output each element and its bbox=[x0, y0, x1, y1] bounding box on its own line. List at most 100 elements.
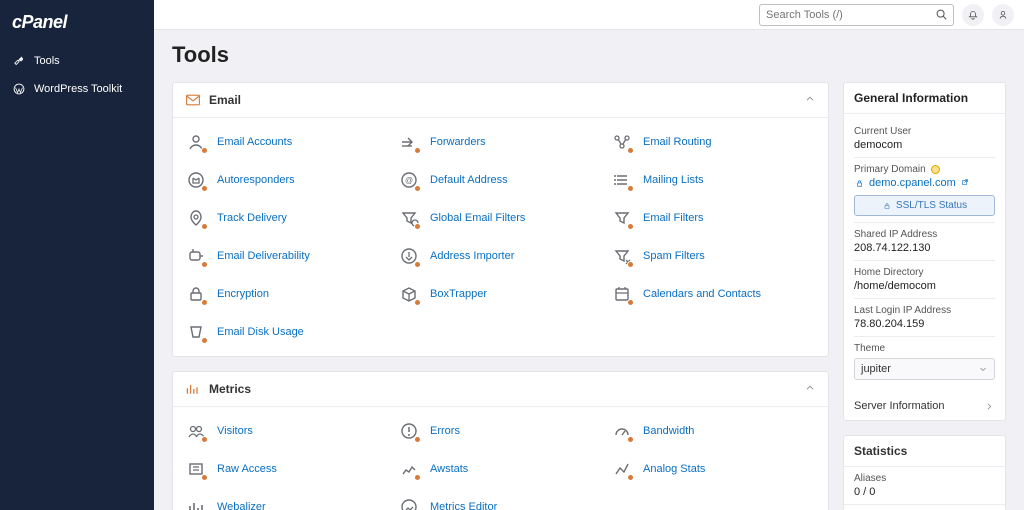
tool-label: Email Deliverability bbox=[217, 250, 310, 262]
group-title: Email bbox=[209, 93, 241, 107]
lock-icon bbox=[185, 283, 207, 305]
tool-bandwidth[interactable]: Bandwidth bbox=[611, 415, 816, 447]
shared-ip-value: 208.74.122.130 bbox=[854, 242, 995, 254]
spam-icon bbox=[611, 245, 633, 267]
chevron-up-icon[interactable] bbox=[804, 93, 816, 105]
theme-select[interactable]: jupiter bbox=[854, 358, 995, 380]
chevron-down-icon bbox=[978, 364, 988, 374]
primary-domain-value: demo.cpanel.com bbox=[869, 177, 956, 189]
tool-label: Mailing Lists bbox=[643, 174, 704, 186]
topbar bbox=[154, 0, 1024, 30]
person-icon bbox=[997, 9, 1009, 21]
tool-default-address[interactable]: Default Address bbox=[398, 164, 603, 196]
tool-label: Calendars and Contacts bbox=[643, 288, 761, 300]
tool-label: Autoresponders bbox=[217, 174, 295, 186]
tool-label: Default Address bbox=[430, 174, 508, 186]
tool-autoresponders[interactable]: Autoresponders bbox=[185, 164, 390, 196]
user-icon bbox=[185, 131, 207, 153]
tool-group-metrics: Metrics Visitors Errors Bandwidth Raw Access… bbox=[172, 371, 829, 510]
home-dir-label: Home Directory bbox=[854, 267, 995, 278]
tool-email-disk-usage[interactable]: Email Disk Usage bbox=[185, 316, 390, 348]
tool-label: Spam Filters bbox=[643, 250, 705, 262]
tool-label: Errors bbox=[430, 425, 460, 437]
account-button[interactable] bbox=[992, 4, 1014, 26]
nav-wordpress-label: WordPress Toolkit bbox=[34, 83, 122, 95]
raw-icon bbox=[185, 458, 207, 480]
tool-global-email-filters[interactable]: Global Email Filters bbox=[398, 202, 603, 234]
tool-calendars-and-contacts[interactable]: Calendars and Contacts bbox=[611, 278, 816, 310]
tool-address-importer[interactable]: Address Importer bbox=[398, 240, 603, 272]
tool-forwarders[interactable]: Forwarders bbox=[398, 126, 603, 158]
group-header[interactable]: Metrics bbox=[173, 372, 828, 407]
current-user-label: Current User bbox=[854, 126, 995, 137]
tool-email-deliverability[interactable]: Email Deliverability bbox=[185, 240, 390, 272]
primary-domain-link[interactable]: demo.cpanel.com bbox=[854, 177, 995, 189]
forward-icon bbox=[398, 131, 420, 153]
ssl-button-label: SSL/TLS Status bbox=[896, 200, 967, 211]
analog-icon bbox=[611, 458, 633, 480]
chevron-up-icon[interactable] bbox=[804, 382, 816, 394]
gfilter-icon bbox=[398, 207, 420, 229]
warning-badge-icon bbox=[931, 165, 940, 174]
stat-value: 0 / 0 bbox=[854, 486, 995, 498]
server-information-link[interactable]: Server Information bbox=[844, 392, 1005, 420]
brand-text: cPanel bbox=[12, 12, 67, 32]
theme-value: jupiter bbox=[861, 363, 891, 375]
brand-logo: cPanel bbox=[0, 10, 154, 47]
tool-label: Visitors bbox=[217, 425, 253, 437]
tool-label: Forwarders bbox=[430, 136, 486, 148]
current-user-value: democom bbox=[854, 139, 995, 151]
tool-email-accounts[interactable]: Email Accounts bbox=[185, 126, 390, 158]
tool-errors[interactable]: Errors bbox=[398, 415, 603, 447]
wordpress-icon bbox=[12, 82, 26, 96]
tool-encryption[interactable]: Encryption bbox=[185, 278, 390, 310]
group-title: Metrics bbox=[209, 382, 251, 396]
tool-group-email: Email Email Accounts Forwarders Email Routi… bbox=[172, 82, 829, 357]
tool-raw-access[interactable]: Raw Access bbox=[185, 453, 390, 485]
notifications-button[interactable] bbox=[962, 4, 984, 26]
tool-label: Encryption bbox=[217, 288, 269, 300]
stat-addon-domains: Addon Domains0 / 0 bbox=[844, 505, 1005, 510]
home-dir-value: /home/democom bbox=[854, 280, 995, 292]
tool-label: Global Email Filters bbox=[430, 212, 525, 224]
tool-visitors[interactable]: Visitors bbox=[185, 415, 390, 447]
nav-tools[interactable]: Tools bbox=[0, 47, 154, 75]
tool-track-delivery[interactable]: Track Delivery bbox=[185, 202, 390, 234]
tool-metrics-editor[interactable]: Metrics Editor bbox=[398, 491, 603, 510]
tool-label: Track Delivery bbox=[217, 212, 287, 224]
server-info-label: Server Information bbox=[854, 400, 944, 412]
tool-email-routing[interactable]: Email Routing bbox=[611, 126, 816, 158]
autoresp-icon bbox=[185, 169, 207, 191]
disk-icon bbox=[185, 321, 207, 343]
statistics-header: Statistics bbox=[844, 436, 1005, 467]
tool-mailing-lists[interactable]: Mailing Lists bbox=[611, 164, 816, 196]
search-input[interactable] bbox=[766, 9, 931, 21]
meditor-icon bbox=[398, 496, 420, 510]
chevron-right-icon bbox=[984, 401, 995, 412]
bandwidth-icon bbox=[611, 420, 633, 442]
tool-label: Awstats bbox=[430, 463, 468, 475]
wrench-icon bbox=[12, 54, 26, 68]
tool-label: BoxTrapper bbox=[430, 288, 487, 300]
awstats-icon bbox=[398, 458, 420, 480]
tool-email-filters[interactable]: Email Filters bbox=[611, 202, 816, 234]
tool-label: Address Importer bbox=[430, 250, 514, 262]
tool-boxtrapper[interactable]: BoxTrapper bbox=[398, 278, 603, 310]
group-header[interactable]: Email bbox=[173, 83, 828, 118]
tool-webalizer[interactable]: Webalizer bbox=[185, 491, 390, 510]
tool-awstats[interactable]: Awstats bbox=[398, 453, 603, 485]
ssl-tls-status-button[interactable]: SSL/TLS Status bbox=[854, 195, 995, 216]
search-input-wrap[interactable] bbox=[759, 4, 954, 26]
list-icon bbox=[611, 169, 633, 191]
nav-wordpress-toolkit[interactable]: WordPress Toolkit bbox=[0, 75, 154, 103]
tool-label: Email Accounts bbox=[217, 136, 292, 148]
tool-analog-stats[interactable]: Analog Stats bbox=[611, 453, 816, 485]
tool-label: Analog Stats bbox=[643, 463, 705, 475]
theme-label: Theme bbox=[854, 343, 995, 354]
stat-label: Aliases bbox=[854, 473, 995, 484]
tool-spam-filters[interactable]: Spam Filters bbox=[611, 240, 816, 272]
tool-label: Metrics Editor bbox=[430, 501, 497, 510]
bell-icon bbox=[967, 9, 979, 21]
info-column: General Information Current User democom… bbox=[843, 82, 1006, 510]
importer-icon bbox=[398, 245, 420, 267]
